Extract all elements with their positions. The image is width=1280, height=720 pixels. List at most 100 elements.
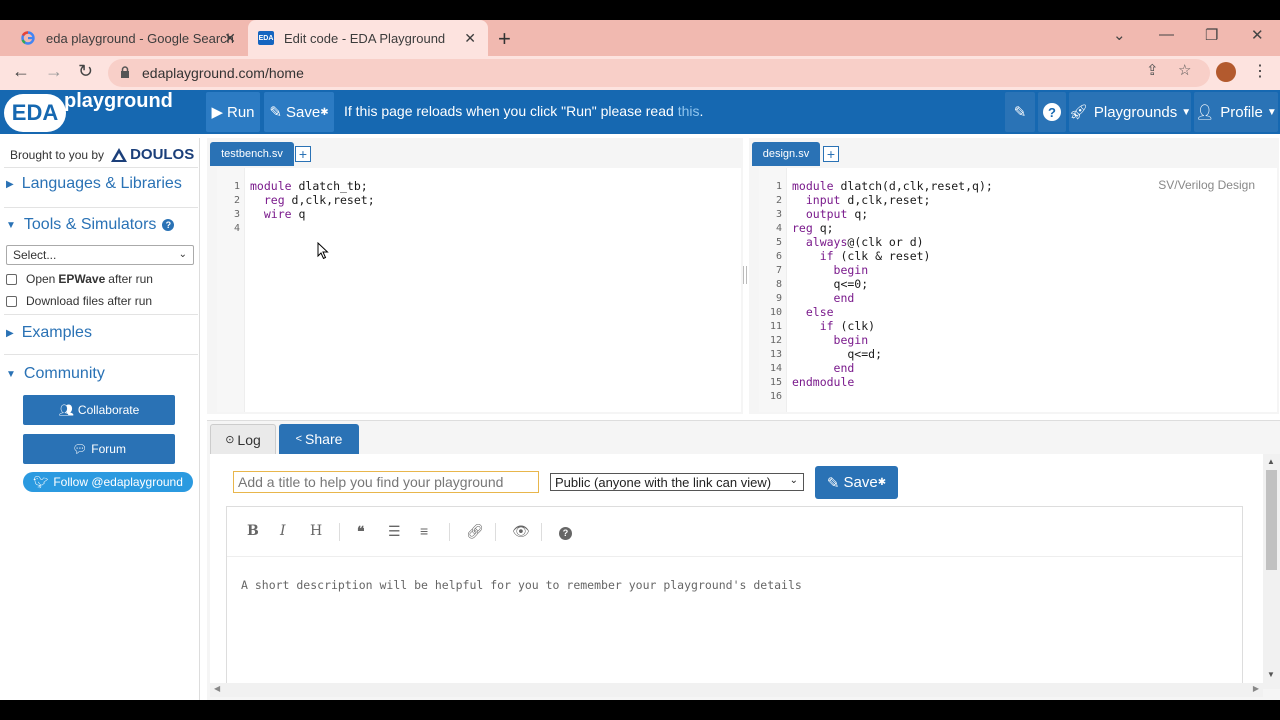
share-page-icon[interactable]: ⇪: [1146, 61, 1159, 79]
left-sidebar: Brought to you by DOULOS ▶ Languages & Li…: [0, 138, 200, 700]
toolbar-divider: [541, 523, 542, 541]
forum-button[interactable]: 💬︎ Forum: [23, 434, 175, 464]
forward-arrow-icon[interactable]: →: [45, 61, 63, 82]
code-line: reg d,clk,reset;: [250, 193, 375, 207]
browser-tab-google[interactable]: eda playground - Google Search ✕: [12, 20, 248, 56]
share-content: Add a title to help you find your playgr…: [210, 454, 1263, 689]
scroll-right-icon[interactable]: ▶: [1253, 684, 1259, 693]
lock-icon: [120, 65, 130, 78]
share-save-button[interactable]: ✎ Save ✱: [815, 466, 898, 499]
code-line: reg q;: [792, 221, 834, 235]
bookmark-star-icon[interactable]: ☆: [1178, 61, 1191, 79]
google-g-icon: [20, 30, 36, 46]
code-keyword: input: [792, 193, 841, 207]
bullet-list-icon[interactable]: ☰: [388, 523, 401, 540]
chevron-down-icon: ⌄: [178, 249, 187, 260]
open-epwave-checkbox[interactable]: Open EPWave after run: [6, 272, 153, 286]
help-icon[interactable]: ?: [1038, 92, 1066, 132]
reload-icon[interactable]: ↻: [78, 61, 93, 82]
vertical-scrollbar[interactable]: ▲ ▼: [1263, 454, 1280, 689]
bold-button[interactable]: B: [247, 523, 259, 539]
testbench-editor[interactable]: 1234 module dlatch_tb; reg d,clk,reset; …: [217, 168, 741, 412]
profile-menu[interactable]: 👤︎ Profile ▼: [1194, 92, 1278, 132]
playgrounds-menu[interactable]: 🚀︎ Playgrounds ▼: [1069, 92, 1191, 132]
scroll-down-icon[interactable]: ▼: [1267, 670, 1275, 679]
close-icon[interactable]: ✕: [224, 30, 236, 47]
restore-icon[interactable]: ❐: [1205, 26, 1218, 44]
scroll-thumb[interactable]: [1266, 470, 1277, 570]
profile-avatar-icon[interactable]: [1216, 62, 1236, 82]
preview-eye-icon[interactable]: 👁︎: [512, 523, 530, 540]
code-keyword: else: [792, 305, 834, 319]
visibility-select[interactable]: Public (anyone with the link can view) ⌄: [550, 473, 804, 491]
tab-log[interactable]: ⊙ Log: [210, 424, 276, 454]
line-number: 11: [769, 321, 782, 332]
logo-eda: EDA: [4, 94, 66, 132]
line-number: 1: [233, 181, 240, 192]
tab-share[interactable]: < Share: [279, 424, 359, 454]
minimize-icon[interactable]: —: [1159, 26, 1174, 43]
line-number: 3: [775, 209, 782, 220]
close-icon[interactable]: ✕: [464, 30, 476, 47]
brought-by: Brought to you by DOULOS: [10, 146, 195, 163]
sidebar-tools[interactable]: ▼ Tools & Simulators ?: [6, 216, 175, 234]
sidebar-languages[interactable]: ▶ Languages & Libraries: [6, 175, 182, 193]
heading-button[interactable]: H: [310, 523, 322, 539]
horizontal-scrollbar[interactable]: ◀ ▶: [210, 683, 1263, 697]
divider: [4, 167, 198, 168]
notice-link[interactable]: this: [678, 103, 700, 119]
download-files-checkbox[interactable]: Download files after run: [6, 294, 152, 308]
collaborate-button[interactable]: 👥︎ Collaborate: [23, 395, 175, 425]
checkbox[interactable]: [6, 273, 17, 285]
window-close-icon[interactable]: ✕: [1251, 26, 1264, 44]
design-editor[interactable]: 1 2 3 4 5 6 7 8 9 10 11 12 13 14 15 16 module dlatch(d,…: [759, 168, 1277, 412]
code-keyword: end: [792, 291, 855, 305]
quote-icon[interactable]: ❝: [357, 523, 365, 540]
help-icon[interactable]: ?: [559, 523, 572, 540]
code-line: else: [792, 305, 834, 319]
toolbar-divider: [449, 523, 450, 541]
add-file-icon[interactable]: +: [295, 146, 311, 162]
tab-search-chevron-icon[interactable]: ⌄: [1113, 26, 1126, 44]
eda-logo[interactable]: EDA playground: [4, 90, 184, 132]
add-file-icon[interactable]: +: [823, 146, 839, 162]
address-bar[interactable]: edaplayground.com/home: [108, 59, 1210, 87]
code-keyword: if: [792, 249, 834, 263]
code-text: dlatch(d,clk,reset,q);: [833, 179, 993, 193]
code-text: q<=d;: [792, 347, 883, 361]
new-tab-plus-icon[interactable]: +: [498, 26, 511, 52]
line-number: 6: [775, 251, 782, 262]
code-line: if (clk & reset): [792, 249, 931, 263]
back-arrow-icon[interactable]: ←: [12, 61, 30, 82]
tab-testbench[interactable]: testbench.sv: [210, 142, 294, 166]
sidebar-community[interactable]: ▼ Community: [6, 365, 105, 383]
run-button[interactable]: ▶ Run: [206, 92, 260, 132]
code-keyword: if: [792, 319, 834, 333]
link-icon[interactable]: 🔗︎: [466, 523, 484, 540]
line-number: 9: [775, 293, 782, 304]
code-line: if (clk): [792, 319, 875, 333]
code-keyword: module: [792, 179, 834, 193]
checkbox[interactable]: [6, 295, 17, 307]
doulos-logo[interactable]: DOULOS: [110, 146, 194, 163]
sidebar-examples[interactable]: ▶ Examples: [6, 324, 92, 342]
help-circle-icon[interactable]: ?: [162, 219, 175, 231]
twitter-follow-button[interactable]: 🐦︎ Follow @edaplayground: [23, 472, 193, 492]
description-placeholder[interactable]: A short description will be helpful for …: [241, 578, 802, 592]
tab-design[interactable]: design.sv: [752, 142, 820, 166]
edit-icon[interactable]: ✎: [1005, 92, 1035, 132]
playground-title-input[interactable]: Add a title to help you find your playgr…: [233, 471, 539, 493]
pane-resize-handle[interactable]: [743, 266, 747, 284]
line-number: 2: [775, 195, 782, 206]
simulator-select[interactable]: Select... ⌄: [6, 245, 194, 265]
code-keyword: reg: [250, 193, 285, 207]
italic-button[interactable]: I: [280, 523, 286, 539]
code-line: module dlatch(d,clk,reset,q);: [792, 179, 993, 193]
save-button[interactable]: ✎ Save ✱: [264, 92, 334, 132]
scroll-up-icon[interactable]: ▲: [1267, 457, 1275, 466]
browser-tab-eda[interactable]: EDA Edit code - EDA Playground ✕: [248, 20, 488, 56]
code-line: endmodule: [792, 375, 854, 389]
scroll-left-icon[interactable]: ◀: [214, 684, 220, 693]
browser-menu-icon[interactable]: ⋮: [1252, 61, 1268, 81]
numbered-list-icon[interactable]: ≡: [420, 523, 428, 539]
